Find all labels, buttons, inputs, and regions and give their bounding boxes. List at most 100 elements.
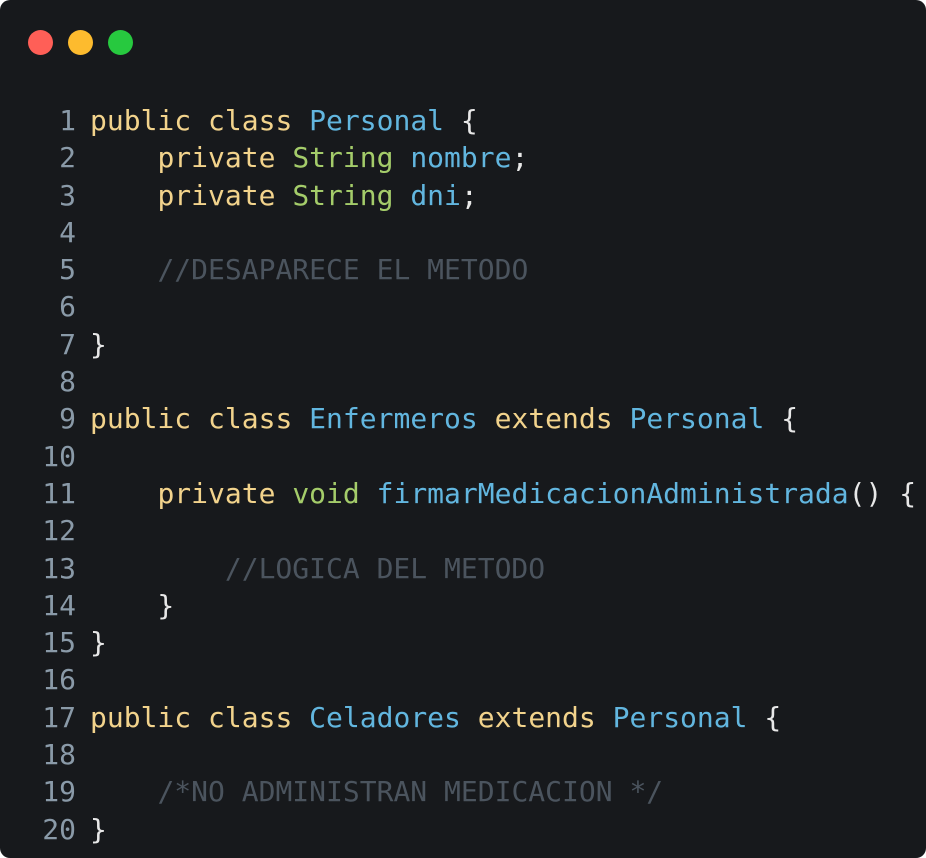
code-line: 15}: [0, 624, 926, 661]
code-line: 18: [0, 736, 926, 773]
code-token: public: [90, 104, 192, 137]
code-line: 3 private String dni;: [0, 177, 926, 214]
code-line: 2 private String nombre;: [0, 139, 926, 176]
code-token: public: [90, 402, 192, 436]
code-token: nombre: [410, 141, 512, 175]
code-token: Enfermeros: [309, 402, 478, 436]
code-token: Personal: [309, 104, 445, 137]
code-token: }: [90, 327, 107, 361]
code-token: firmarMedicacionAdministrada: [376, 476, 849, 510]
line-number: 2: [59, 141, 76, 175]
code-token: String: [292, 178, 394, 212]
code-line: 19 /*NO ADMINISTRAN MEDICACION */: [0, 773, 926, 810]
code-token: //DESAPARECE EL METODO: [157, 253, 529, 287]
line-source: }: [90, 328, 107, 361]
line-source: //LOGICA DEL METODO: [90, 552, 545, 585]
code-token: Celadores: [309, 700, 461, 734]
line-number: 18: [42, 738, 76, 772]
code-line: 16: [0, 661, 926, 698]
code-token: private: [157, 141, 276, 175]
code-line: 13 //LOGICA DEL METODO: [0, 550, 926, 587]
code-token: }: [90, 812, 107, 846]
line-source: }: [90, 813, 107, 846]
line-number: 13: [42, 551, 76, 585]
line-number: 14: [42, 588, 76, 622]
line-source: /*NO ADMINISTRAN MEDICACION */: [90, 775, 663, 808]
line-source: public class Personal {: [90, 104, 478, 137]
code-token: void: [292, 476, 360, 510]
line-source: }: [90, 626, 107, 659]
code-line: 5 //DESAPARECE EL METODO: [0, 251, 926, 288]
code-line: 10: [0, 438, 926, 475]
line-number: 4: [59, 215, 76, 249]
code-block: 1 public class Personal {2 private String…: [0, 102, 926, 848]
line-number: 20: [42, 812, 76, 846]
line-source: //DESAPARECE EL METODO: [90, 253, 528, 286]
line-source: private String dni;: [90, 178, 478, 212]
close-button[interactable]: [28, 30, 53, 55]
line-number: 15: [42, 626, 76, 660]
line-number: 5: [59, 253, 76, 287]
line-number: 11: [42, 476, 76, 510]
code-token: public: [90, 700, 192, 734]
code-token: class: [208, 402, 293, 436]
line-number: 9: [59, 402, 76, 436]
code-line: 20}: [0, 811, 926, 848]
code-line: 9 public class Enfermeros extends Persona…: [0, 400, 926, 437]
code-token: extends: [477, 700, 596, 734]
code-token: }: [90, 588, 175, 622]
line-number: 3: [59, 178, 76, 212]
code-token: dni: [410, 178, 461, 212]
code-token: private: [157, 178, 276, 212]
code-token: ;: [511, 141, 529, 175]
line-source: private String nombre;: [90, 141, 528, 174]
maximize-button[interactable]: [108, 30, 133, 55]
code-line: 14 }: [0, 587, 926, 624]
code-token: ;: [460, 178, 478, 212]
line-source: private void firmarMedicacionAdministrad…: [90, 477, 916, 510]
line-source: }: [90, 589, 174, 622]
code-line: 7}: [0, 326, 926, 363]
code-token: //LOGICA DEL METODO: [224, 551, 546, 585]
code-token: private: [157, 476, 276, 510]
line-number: 19: [42, 775, 76, 809]
line-number: 7: [59, 327, 76, 361]
line-source: public class Celadores extends Personal …: [90, 701, 781, 734]
code-line: 11 private void firmarMedicacionAdminist…: [0, 475, 926, 512]
code-token: extends: [494, 402, 613, 436]
code-line: 4: [0, 214, 926, 251]
code-token: String: [292, 141, 394, 175]
code-token: {: [764, 402, 799, 436]
line-source: public class Enfermeros extends Personal…: [90, 402, 798, 435]
code-token: Personal: [629, 402, 765, 436]
code-line: 17 public class Celadores extends Persona…: [0, 699, 926, 736]
code-line: 8: [0, 363, 926, 400]
minimize-button[interactable]: [68, 30, 93, 55]
code-token: Personal: [612, 700, 748, 734]
line-number: 8: [59, 365, 76, 399]
line-number: 16: [42, 663, 76, 697]
code-token: () {: [848, 476, 917, 510]
code-token: {: [444, 104, 478, 137]
code-line: 1 public class Personal {: [0, 102, 926, 139]
code-token: /*NO ADMINISTRAN MEDICACION */: [157, 775, 664, 809]
